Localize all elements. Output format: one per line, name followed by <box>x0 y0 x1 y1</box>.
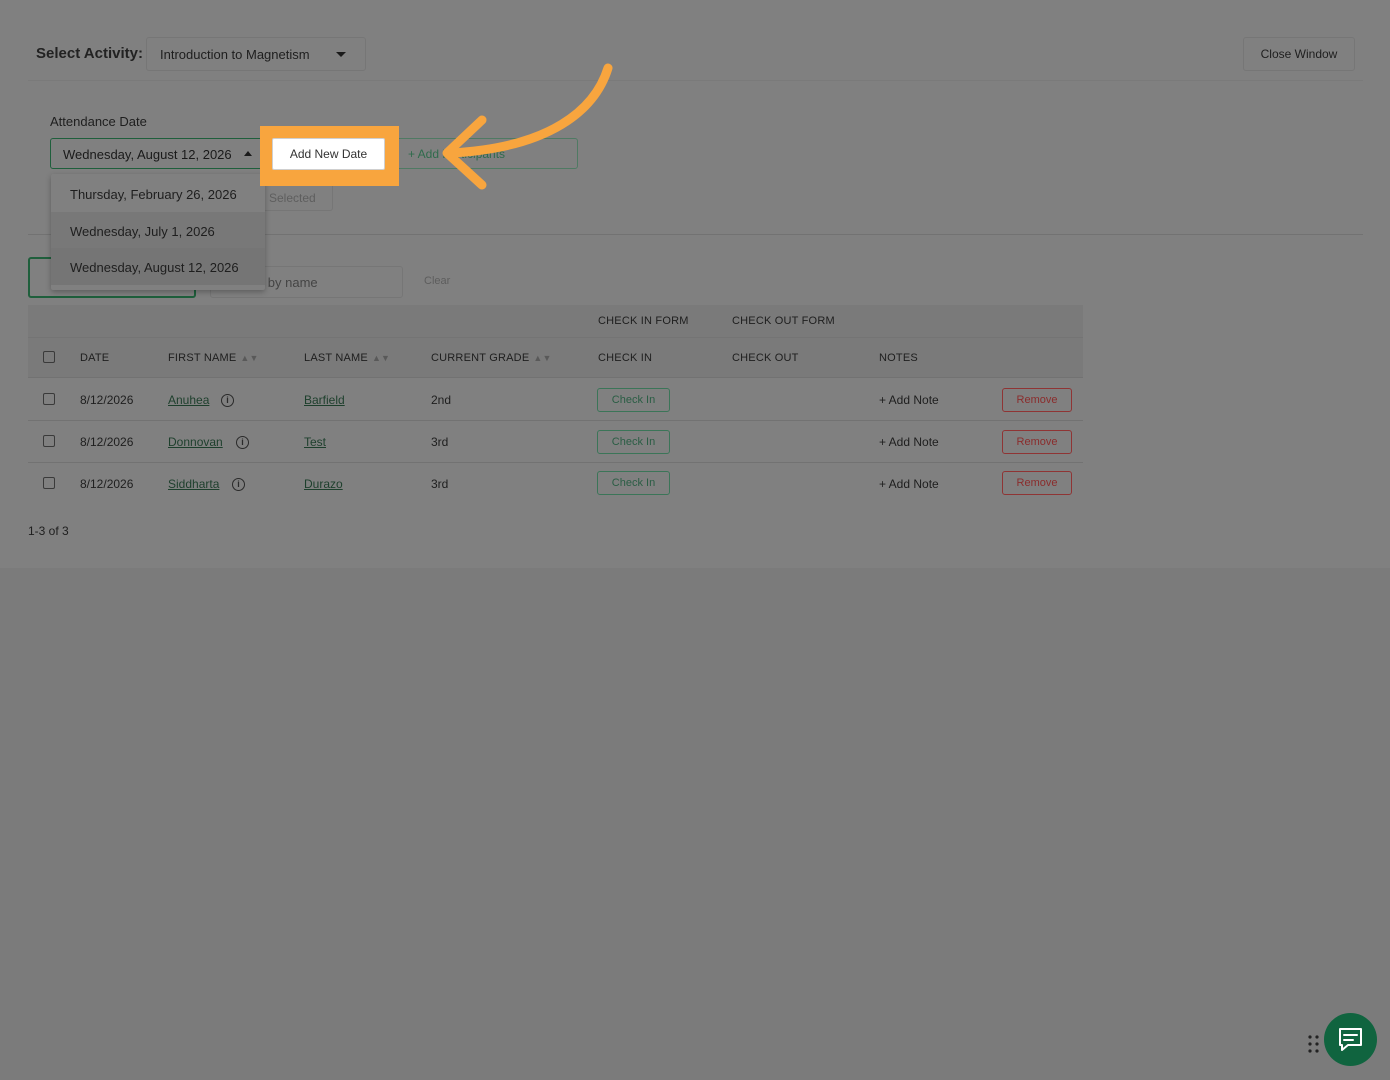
check-in-button[interactable]: Check In <box>597 388 670 412</box>
col-current-grade-label: CURRENT GRADE <box>431 352 530 364</box>
date-dropdown-menu: Thursday, February 26, 2026 Wednesday, J… <box>51 174 265 290</box>
pagination-label: 1-3 of 3 <box>28 524 69 538</box>
drag-handle-icon[interactable] <box>1308 1035 1320 1053</box>
col-last-name-label: LAST NAME <box>304 352 368 364</box>
sort-icon[interactable]: ▲▼ <box>533 353 551 363</box>
date-option[interactable]: Thursday, February 26, 2026 <box>51 175 265 212</box>
attendance-page: Select Activity: Introduction to Magneti… <box>0 0 1390 568</box>
select-all-checkbox[interactable] <box>43 351 55 363</box>
annotation-arrow-icon <box>442 63 613 190</box>
info-icon[interactable]: i <box>236 436 249 449</box>
col-last-name[interactable]: LAST NAME ▲▼ <box>304 352 390 364</box>
row-checkbox[interactable] <box>43 435 55 447</box>
col-check-out: CHECK OUT <box>732 352 799 364</box>
add-note-link[interactable]: + Add Note <box>879 477 939 491</box>
row-grade: 3rd <box>431 477 449 491</box>
sort-icon[interactable]: ▲▼ <box>372 353 390 363</box>
row-grade: 2nd <box>431 393 452 407</box>
remove-button[interactable]: Remove <box>1002 430 1072 454</box>
first-name-link[interactable]: Anuhea <box>168 393 209 407</box>
col-current-grade[interactable]: CURRENT GRADE ▲▼ <box>431 352 552 364</box>
row-checkbox[interactable] <box>43 393 55 405</box>
last-name-link[interactable]: Durazo <box>304 477 343 491</box>
close-window-button[interactable]: Close Window <box>1243 37 1355 71</box>
attendance-date-select[interactable]: Wednesday, August 12, 2026 <box>50 138 266 169</box>
header-divider <box>28 337 1083 338</box>
row-date: 8/12/2026 <box>80 477 134 491</box>
first-name-link[interactable]: Siddharta <box>168 477 219 491</box>
col-check-in: CHECK IN <box>598 352 653 364</box>
col-first-name[interactable]: FIRST NAME ▲▼ <box>168 352 259 364</box>
date-option[interactable]: Wednesday, August 12, 2026 <box>51 248 265 285</box>
last-name-link[interactable]: Test <box>304 435 326 449</box>
select-activity-label: Select Activity: <box>36 45 143 62</box>
row-checkbox[interactable] <box>43 477 55 489</box>
attendance-table: CHECK IN FORM CHECK OUT FORM DATE FIRST … <box>28 305 1083 505</box>
add-note-link[interactable]: + Add Note <box>879 393 939 407</box>
last-name-link[interactable]: Barfield <box>304 393 345 407</box>
row-date: 8/12/2026 <box>80 435 134 449</box>
selected-action-button[interactable]: Selected <box>255 183 333 211</box>
date-option[interactable]: Wednesday, July 1, 2026 <box>51 212 265 249</box>
row-date: 8/12/2026 <box>80 393 134 407</box>
col-first-name-label: FIRST NAME <box>168 352 237 364</box>
chevron-down-icon <box>336 52 346 57</box>
remove-button[interactable]: Remove <box>1002 471 1072 495</box>
info-icon[interactable]: i <box>232 478 245 491</box>
sort-icon[interactable]: ▲▼ <box>240 353 258 363</box>
chevron-up-icon <box>244 151 252 156</box>
table-header <box>28 305 1083 377</box>
check-in-button[interactable]: Check In <box>597 430 670 454</box>
add-new-date-button[interactable]: Add New Date <box>272 138 385 170</box>
clear-search-button[interactable]: Clear <box>424 275 450 287</box>
check-in-form-header: CHECK IN FORM <box>598 315 689 327</box>
col-notes: NOTES <box>879 352 918 364</box>
activity-select[interactable]: Introduction to Magnetism <box>146 37 366 71</box>
info-icon[interactable]: i <box>221 394 234 407</box>
row-divider <box>28 420 1083 421</box>
attendance-date-value: Wednesday, August 12, 2026 <box>63 147 232 162</box>
check-in-button[interactable]: Check In <box>597 471 670 495</box>
col-date: DATE <box>80 352 110 364</box>
row-grade: 3rd <box>431 435 449 449</box>
check-out-form-header: CHECK OUT FORM <box>732 315 835 327</box>
remove-button[interactable]: Remove <box>1002 388 1072 412</box>
chat-button[interactable] <box>1324 1013 1377 1066</box>
row-divider <box>28 462 1083 463</box>
attendance-date-label: Attendance Date <box>50 114 147 129</box>
divider <box>28 80 1363 81</box>
chat-icon <box>1339 1028 1362 1051</box>
activity-select-value: Introduction to Magnetism <box>160 47 310 62</box>
first-name-link[interactable]: Donnovan <box>168 435 223 449</box>
add-note-link[interactable]: + Add Note <box>879 435 939 449</box>
row-divider <box>28 377 1083 378</box>
